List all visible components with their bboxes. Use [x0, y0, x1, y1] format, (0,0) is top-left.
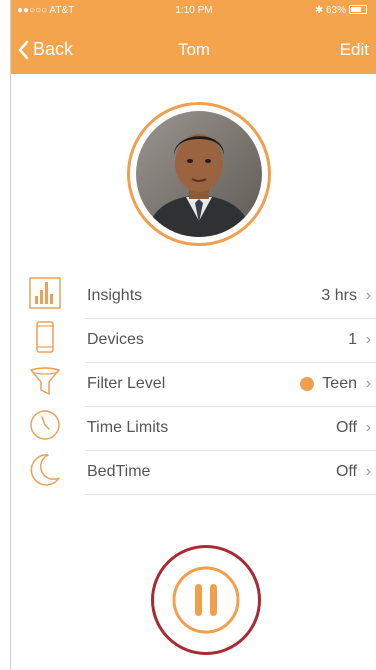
chevron-right-icon: › — [365, 331, 371, 348]
chevron-right-icon: › — [365, 287, 371, 304]
profile-avatar-ring — [127, 102, 271, 246]
menu-row-value: Off — [336, 419, 357, 437]
chevron-right-icon: › — [365, 375, 371, 392]
page-title: Tom — [177, 40, 211, 59]
filter-level-dot — [300, 377, 315, 391]
chevron-right-icon: › — [365, 419, 371, 436]
phone-icon — [27, 319, 63, 355]
menu-row-value: Off — [336, 463, 357, 481]
app-screen: ●●○○○ AT&T 1:10 PM ✱ 63% Back Tom Edit I… — [10, 0, 376, 670]
pause-button[interactable] — [151, 545, 261, 655]
menu-row-label: Filter Level — [87, 375, 166, 392]
menu-row-devices[interactable]: Devices 1 › — [85, 318, 376, 363]
menu-row-bedtime[interactable]: BedTime Off › — [85, 450, 376, 495]
bar-chart-icon — [27, 275, 63, 311]
battery-indicator: ✱ 63% — [315, 5, 367, 16]
moon-icon — [27, 451, 63, 487]
pause-icon — [172, 566, 240, 634]
menu-row-label: Insights — [87, 287, 143, 304]
menu-row-label: Time Limits — [87, 419, 169, 436]
menu-row-label: Devices — [87, 331, 144, 348]
menu-row-label: BedTime — [87, 463, 151, 480]
battery-label: ✱ 63% — [314, 5, 346, 16]
menu-row-time-limits[interactable]: Time Limits Off › — [85, 406, 376, 451]
battery-icon — [349, 5, 367, 14]
avatar[interactable] — [136, 111, 262, 237]
navigation-bar: Back Tom Edit — [11, 30, 376, 70]
devices-value: 1 — [348, 331, 357, 348]
menu-row-value: Teen — [300, 375, 357, 393]
insights-value: 3 hrs — [321, 287, 357, 304]
menu-row-value: 1 — [348, 331, 357, 349]
filter-level-value: Teen — [322, 375, 357, 392]
edit-button[interactable]: Edit — [340, 40, 369, 60]
profile-photo — [136, 111, 262, 237]
bedtime-value: Off — [335, 463, 357, 480]
status-bar: ●●○○○ AT&T 1:10 PM ✱ 63% — [11, 0, 376, 22]
menu-row-filter-level[interactable]: Filter Level Teen › — [85, 362, 376, 407]
time-limits-value: Off — [335, 419, 357, 436]
funnel-icon — [27, 363, 63, 399]
header-bar: ●●○○○ AT&T 1:10 PM ✱ 63% Back Tom Edit — [11, 0, 376, 74]
clock-icon — [27, 407, 63, 443]
chevron-right-icon: › — [365, 463, 371, 480]
menu-row-insights[interactable]: Insights 3 hrs › — [85, 274, 376, 319]
menu-row-value: 3 hrs — [321, 287, 357, 305]
